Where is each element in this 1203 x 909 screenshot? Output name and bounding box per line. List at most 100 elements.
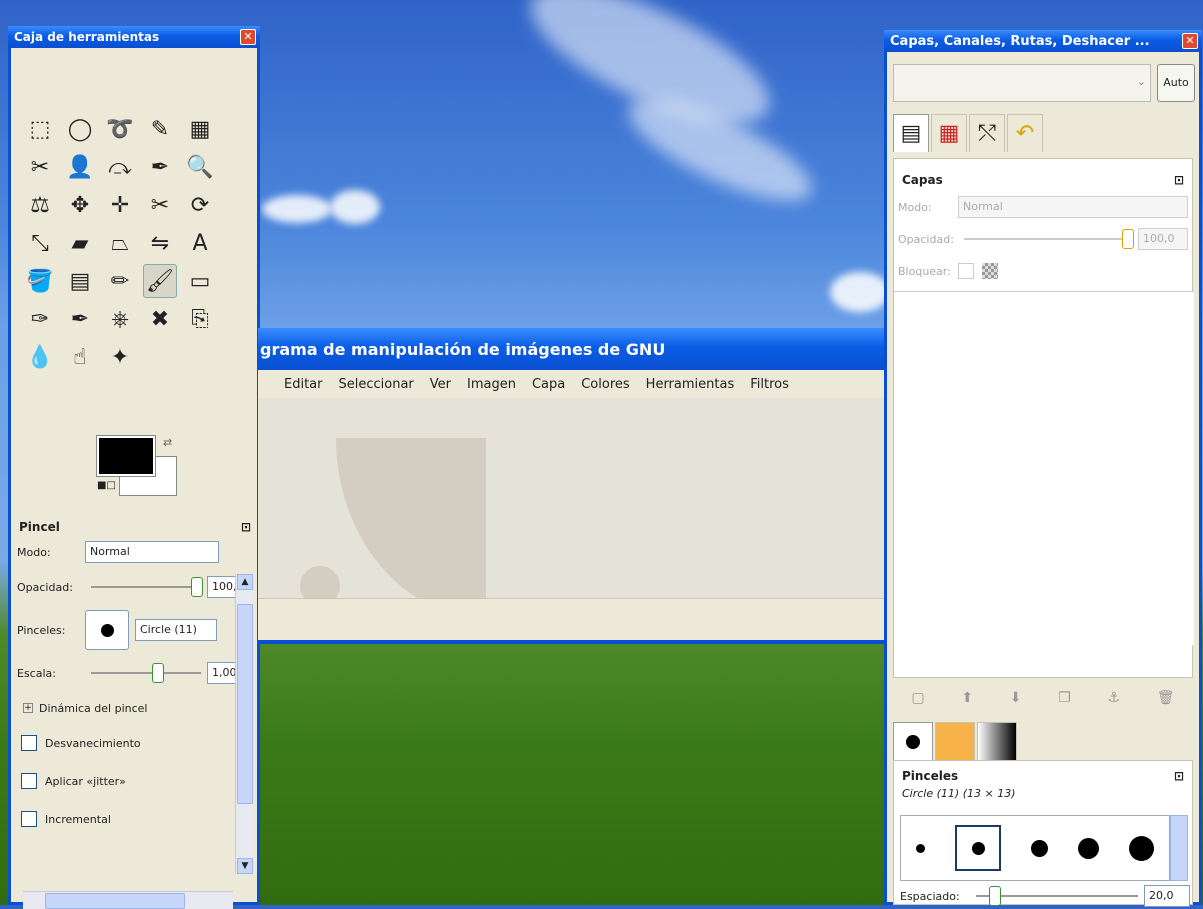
spacing-slider-knob[interactable] xyxy=(988,886,1001,906)
panel-menu-icon[interactable]: ⊡ xyxy=(241,520,251,534)
tab-patterns[interactable] xyxy=(935,722,975,760)
shear-icon[interactable]: ▰ xyxy=(63,226,97,260)
empty-canvas-area[interactable] xyxy=(258,398,886,598)
bucket-fill-icon[interactable]: 🪣 xyxy=(23,264,57,298)
opacity-slider-knob[interactable] xyxy=(191,577,203,597)
perspective-clone-icon[interactable]: ⎘ xyxy=(183,302,217,336)
auto-button[interactable]: Auto xyxy=(1157,64,1195,102)
main-window-titlebar[interactable]: grama de manipulación de imágenes de GNU xyxy=(258,328,886,370)
menu-item[interactable]: Herramientas xyxy=(646,377,735,392)
move-icon[interactable]: ✥ xyxy=(63,188,97,222)
spacing-spinbox[interactable]: 20,0 xyxy=(1144,885,1190,907)
menu-item[interactable]: Colores xyxy=(581,377,629,392)
opacity-slider[interactable] xyxy=(91,577,203,597)
tab-layers[interactable]: ▤ xyxy=(893,114,929,152)
layer-mode-select[interactable]: Normal xyxy=(958,196,1188,218)
scissors-icon[interactable]: ✂ xyxy=(23,150,57,184)
tab-brushes[interactable] xyxy=(893,722,933,760)
rect-select-icon[interactable]: ⬚ xyxy=(23,112,57,146)
color-select-icon[interactable]: ▦ xyxy=(183,112,217,146)
pencil-icon[interactable]: ✏ xyxy=(103,264,137,298)
zoom-icon[interactable]: 🔍 xyxy=(183,150,217,184)
jitter-checkbox[interactable] xyxy=(21,773,37,789)
default-colors-icon[interactable]: ■□ xyxy=(97,480,116,491)
panel-menu-icon[interactable]: ⊡ xyxy=(1174,173,1184,187)
tab-undo[interactable]: ↶ xyxy=(1007,114,1043,152)
heal-icon[interactable]: ✖ xyxy=(143,302,177,336)
color-picker-icon[interactable]: ✒ xyxy=(143,150,177,184)
clone-icon[interactable]: ⎈ xyxy=(103,302,137,336)
brush-item[interactable] xyxy=(1031,839,1048,857)
brush-dynamics-expander[interactable]: Dinámica del pincel xyxy=(39,702,147,715)
panel-menu-icon[interactable]: ⊡ xyxy=(1174,769,1184,783)
scroll-down-icon[interactable]: ▼ xyxy=(237,858,253,874)
gradient-icon[interactable]: ▤ xyxy=(63,264,97,298)
menu-item[interactable]: Editar xyxy=(284,377,323,392)
brush-preview-button[interactable] xyxy=(85,610,129,650)
expand-icon[interactable]: + xyxy=(23,703,33,713)
menu-item[interactable]: Seleccionar xyxy=(339,377,414,392)
tab-paths[interactable]: ⤲ xyxy=(969,114,1005,152)
lasso-icon[interactable]: ➰ xyxy=(103,112,137,146)
scrollbar-thumb[interactable] xyxy=(45,893,185,909)
align-icon[interactable]: ✛ xyxy=(103,188,137,222)
raise-layer-icon[interactable]: ⬆ xyxy=(961,690,973,706)
text-icon[interactable]: A xyxy=(183,226,217,260)
menu-item[interactable]: Ver xyxy=(430,377,451,392)
crop-icon[interactable]: ✂ xyxy=(143,188,177,222)
duplicate-layer-icon[interactable]: ❐ xyxy=(1058,690,1071,706)
rotate-icon[interactable]: ⟳ xyxy=(183,188,217,222)
dock-close-button[interactable]: ✕ xyxy=(1182,33,1198,49)
spacing-slider[interactable] xyxy=(976,886,1138,906)
scrollbar-thumb[interactable] xyxy=(237,604,253,804)
layer-list[interactable] xyxy=(894,291,1194,645)
brush-item[interactable] xyxy=(916,843,925,853)
perspective-icon[interactable]: ⏢ xyxy=(103,226,137,260)
lower-layer-icon[interactable]: ⬇ xyxy=(1010,690,1022,706)
brush-item[interactable] xyxy=(1078,837,1099,859)
eraser-icon[interactable]: ▭ xyxy=(183,264,217,298)
menu-item[interactable]: Filtros xyxy=(750,377,789,392)
ellipse-select-icon[interactable]: ◯ xyxy=(63,112,97,146)
fade-checkbox[interactable] xyxy=(21,735,37,751)
foreground-select-icon[interactable]: 👤 xyxy=(63,150,97,184)
paintbrush-icon[interactable]: 🖌 xyxy=(143,264,177,298)
tab-channels[interactable]: ▦ xyxy=(931,114,967,152)
smudge-icon[interactable]: ☝ xyxy=(63,340,97,374)
scale-slider-knob[interactable] xyxy=(151,663,164,683)
menu-item[interactable]: Capa xyxy=(532,377,565,392)
toolbox-close-button[interactable]: ✕ xyxy=(240,29,256,45)
blur-icon[interactable]: 💧 xyxy=(23,340,57,374)
tool-options-scrollbar[interactable]: ▲ ▼ xyxy=(235,574,253,874)
image-selector[interactable]: ⌄ xyxy=(893,64,1151,102)
layer-opacity-slider-knob[interactable] xyxy=(1122,229,1134,249)
airbrush-icon[interactable]: ✑ xyxy=(23,302,57,336)
ink-icon[interactable]: ✒ xyxy=(63,302,97,336)
dock-titlebar[interactable]: Capas, Canales, Rutas, Deshacer ... ✕ xyxy=(884,30,1202,52)
brush-item[interactable] xyxy=(1129,835,1154,861)
scale-slider[interactable] xyxy=(91,663,201,683)
lock-alpha-checkbox[interactable] xyxy=(958,263,974,279)
toolbox-titlebar[interactable]: Caja de herramientas ✕ xyxy=(8,26,260,48)
scale-icon[interactable]: ⤡ xyxy=(23,226,57,260)
swap-colors-icon[interactable]: ⇄ xyxy=(163,436,172,449)
scroll-up-icon[interactable]: ▲ xyxy=(237,574,253,590)
fuzzy-select-icon[interactable]: ✎ xyxy=(143,112,177,146)
incremental-checkbox[interactable] xyxy=(21,811,37,827)
dodge-burn-icon[interactable]: ✦ xyxy=(103,340,137,374)
foreground-color-swatch[interactable] xyxy=(96,435,156,477)
toolbox-horizontal-scrollbar[interactable] xyxy=(23,891,233,909)
new-layer-icon[interactable]: ▢ xyxy=(911,690,924,706)
measure-icon[interactable]: ⚖ xyxy=(23,188,57,222)
paths-icon[interactable]: ⤼ xyxy=(103,150,137,184)
brush-item-selected[interactable] xyxy=(955,825,1001,871)
layer-opacity-slider[interactable] xyxy=(964,229,1134,249)
anchor-icon[interactable]: ⚓ xyxy=(1108,690,1121,706)
flip-icon[interactable]: ⇋ xyxy=(143,226,177,260)
trash-icon[interactable]: 🗑 xyxy=(1157,690,1175,706)
menu-item[interactable]: Imagen xyxy=(467,377,516,392)
mode-select[interactable]: Normal xyxy=(85,541,219,563)
tab-gradients[interactable] xyxy=(977,722,1017,760)
brush-grid-scrollbar[interactable] xyxy=(1170,815,1188,881)
layer-opacity-spinbox[interactable]: 100,0 xyxy=(1138,228,1188,250)
